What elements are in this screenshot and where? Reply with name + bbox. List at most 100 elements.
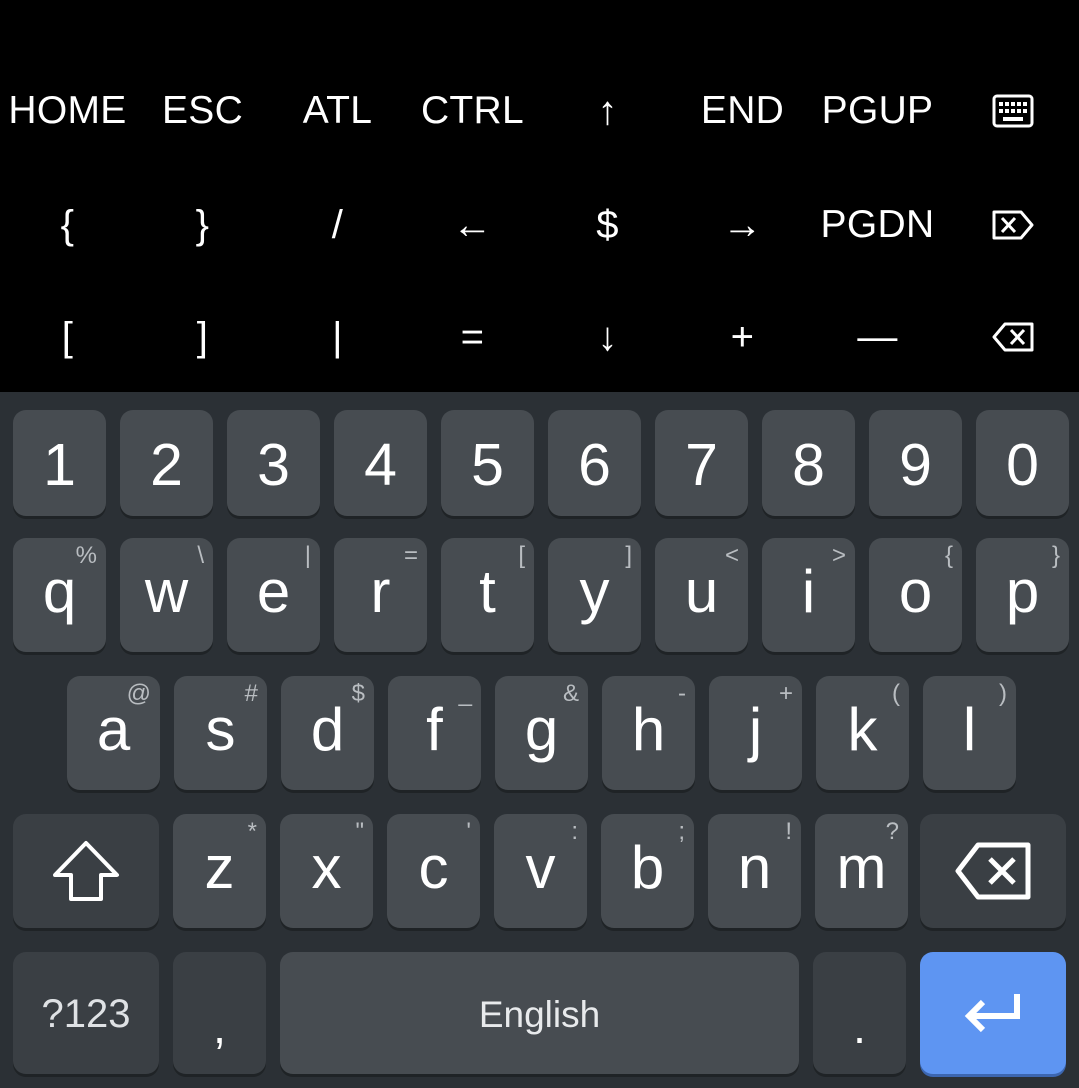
letter-key[interactable]: z * [173,814,266,928]
letter-key[interactable]: e | [227,538,320,652]
letter-key[interactable]: x " [280,814,373,928]
letter-key[interactable]: v: [494,814,587,928]
space-key[interactable]: English [280,952,799,1074]
key-label: 3 [257,432,290,498]
number-key[interactable]: 9 [869,410,962,516]
extra-key[interactable]: CTRL [405,55,540,167]
extra-key[interactable]: { [0,169,135,281]
key-hint: $ [351,680,365,707]
key-label: 5 [471,432,504,498]
key-hint: _ [458,680,472,707]
letter-key[interactable]: m? [815,814,908,928]
key-label: s [205,696,236,763]
key-label: o [898,558,933,625]
extra-key[interactable]: ATL [270,55,405,167]
key-hint: ) [999,680,1007,707]
extra-key[interactable]: PGUP [810,55,945,167]
key-hint: [ [518,542,525,569]
key-label: 0 [1006,432,1039,498]
key-hint: - [678,680,686,707]
key-hint: ! [785,818,792,845]
letter-key[interactable]: i > [762,538,855,652]
key-hint: ? [885,818,899,845]
key-hint: @ [126,680,151,707]
key-label: n [737,834,772,901]
number-key[interactable]: 1 [13,410,106,516]
key-hint: } [1051,542,1060,569]
letter-key[interactable]: a @ [67,676,160,790]
letter-key[interactable]: s # [174,676,267,790]
extra-key[interactable]: = [405,281,540,393]
letter-key[interactable]: t[ [441,538,534,652]
key-label: b [630,834,665,901]
number-key[interactable]: 4 [334,410,427,516]
key-label: x [311,834,342,901]
symbols-key[interactable]: ?123 [13,952,159,1074]
enter-key[interactable] [920,952,1066,1074]
extra-key[interactable]: END [675,55,810,167]
key-hint: + [778,680,793,707]
extra-key[interactable]: [ [0,281,135,393]
number-key[interactable]: 0 [976,410,1069,516]
letter-key[interactable]: g & [495,676,588,790]
key-hint: \ [197,542,204,569]
key-label: e [256,558,291,625]
key-label: j [748,696,763,763]
extra-key[interactable]: $ [540,169,675,281]
key-label: i [801,558,816,625]
backspace-icon [920,814,1066,928]
number-key[interactable]: 7 [655,410,748,516]
letter-key[interactable]: y] [548,538,641,652]
number-key[interactable]: 5 [441,410,534,516]
letter-key[interactable]: l) [923,676,1016,790]
number-key[interactable]: 8 [762,410,855,516]
key-label: c [418,834,449,901]
letter-key[interactable]: d $ [281,676,374,790]
key-label: t [479,558,496,625]
key-label: w [144,558,189,625]
extra-key[interactable]: | [270,281,405,393]
extra-key[interactable]: ↑ [540,55,675,167]
letter-key[interactable]: u < [655,538,748,652]
letter-key[interactable]: p} [976,538,1069,652]
extra-key[interactable]: + [675,281,810,393]
letter-key[interactable]: k( [816,676,909,790]
key-label: . [853,1001,866,1053]
letter-key[interactable]: c ' [387,814,480,928]
letter-key[interactable]: b; [601,814,694,928]
key-label: q [42,558,77,625]
number-key[interactable]: 2 [120,410,213,516]
letter-key[interactable]: r = [334,538,427,652]
letter-key[interactable]: j + [709,676,802,790]
extra-key[interactable]: HOME [0,55,135,167]
key-label: 1 [43,432,76,498]
letter-key[interactable]: n! [708,814,801,928]
key-label: 8 [792,432,825,498]
shift-key[interactable] [13,814,159,928]
extra-key[interactable]: → [675,169,810,281]
key-label: m [836,834,887,901]
letter-key[interactable]: o{ [869,538,962,652]
extra-key[interactable]: PGDN [810,169,945,281]
letter-key[interactable]: h- [602,676,695,790]
comma-key[interactable]: , [173,952,266,1074]
backspace-key[interactable] [920,814,1066,928]
number-key[interactable]: 3 [227,410,320,516]
letter-key[interactable]: q% [13,538,106,652]
period-key[interactable]: . [813,952,906,1074]
extra-key[interactable]: } [135,169,270,281]
extra-key[interactable]: ↓ [540,281,675,393]
delete-forward-icon[interactable] [945,169,1079,281]
backspace-icon[interactable] [945,281,1079,393]
extra-key[interactable]: / [270,169,405,281]
number-key[interactable]: 6 [548,410,641,516]
extra-key[interactable]: ← [405,169,540,281]
letter-key[interactable]: w \ [120,538,213,652]
extra-key[interactable]: ESC [135,55,270,167]
keyboard-icon[interactable] [945,55,1079,167]
extra-key[interactable]: — [810,281,945,393]
key-hint: & [562,680,579,707]
key-hint: " [355,818,364,845]
letter-key[interactable]: f _ [388,676,481,790]
extra-key[interactable]: ] [135,281,270,393]
